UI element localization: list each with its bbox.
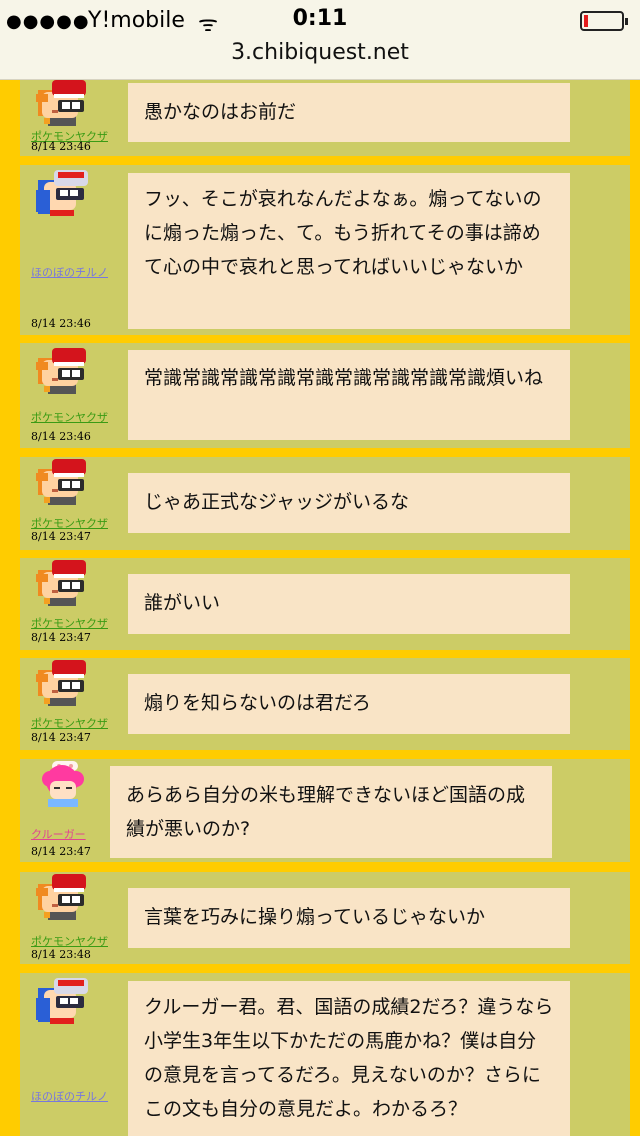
message-text: 誰がいい xyxy=(144,592,221,614)
avatar[interactable] xyxy=(34,874,90,920)
message-bubble: 愚かなのはお前だ xyxy=(128,83,570,142)
chat-post: ポケモンヤクザ 8/14 23:47 煽りを知らないのは君だろ xyxy=(20,658,630,750)
message-text: 常識常識常識常識常識常識常識常識常識煩いね xyxy=(144,367,544,389)
post-timestamp: 8/14 23:47 xyxy=(31,631,91,644)
avatar[interactable] xyxy=(34,80,90,126)
chat-post: ポケモンヤクザ 8/14 23:47 じゃあ正式なジャッジがいるな xyxy=(20,457,630,550)
username-link[interactable]: ポケモンヤクザ xyxy=(31,515,108,531)
chat-post: ポケモンヤクザ 8/14 23:47 誰がいい xyxy=(20,558,630,650)
chat-post: ポケモンヤクザ 8/14 23:46 常識常識常識常識常識常識常識常識常識煩いね xyxy=(20,343,630,448)
post-timestamp: 8/14 23:48 xyxy=(31,948,91,961)
avatar[interactable] xyxy=(34,459,90,505)
message-bubble: クルーガー君。君、国語の成績2だろ？違うなら小学生3年生以下かただの馬鹿かね？僕… xyxy=(128,981,570,1136)
username-link[interactable]: ほのぼのチルノ xyxy=(31,1088,108,1104)
chat-feed[interactable]: ポケモンヤクザ 8/14 23:46 愚かなのはお前だ ほのぼのチルノ 8/14… xyxy=(0,80,640,1136)
status-bar: ●●●●● Y!mobile ᯤ 0:11 3.chibiquest.net xyxy=(0,0,640,80)
message-text: 言葉を巧みに操り煽っているじゃないか xyxy=(144,906,486,928)
username-link[interactable]: ポケモンヤクザ xyxy=(31,409,108,425)
username-link[interactable]: ポケモンヤクザ xyxy=(31,715,108,731)
chat-post: ポケモンヤクザ 8/14 23:46 愚かなのはお前だ xyxy=(20,80,630,156)
message-bubble: あらあら自分の米も理解できないほど国語の成績が悪いのか? xyxy=(110,766,552,858)
post-timestamp: 8/14 23:46 xyxy=(31,140,91,153)
avatar[interactable] xyxy=(34,978,90,1024)
message-bubble: フッ、そこが哀れなんだよなぁ。煽ってないのに煽った煽った、て。もう折れてその事は… xyxy=(128,173,570,329)
avatar[interactable] xyxy=(34,660,90,706)
message-bubble: 言葉を巧みに操り煽っているじゃないか xyxy=(128,888,570,948)
chat-post: ほのぼのチルノ クルーガー君。君、国語の成績2だろ？違うなら小学生3年生以下かた… xyxy=(20,973,630,1136)
avatar[interactable] xyxy=(34,170,90,216)
post-timestamp: 8/14 23:47 xyxy=(31,530,91,543)
username-link[interactable]: ポケモンヤクザ xyxy=(31,933,108,949)
avatar[interactable] xyxy=(34,348,90,394)
message-bubble: 誰がいい xyxy=(128,574,570,634)
clock-time: 0:11 xyxy=(292,6,348,31)
message-text: あらあら自分の米も理解できないほど国語の成績が悪いのか? xyxy=(126,784,526,840)
post-timestamp: 8/14 23:47 xyxy=(31,731,91,744)
message-text: 愚かなのはお前だ xyxy=(144,101,297,123)
chat-post: ポケモンヤクザ 8/14 23:48 言葉を巧みに操り煽っているじゃないか xyxy=(20,872,630,964)
message-bubble: 煽りを知らないのは君だろ xyxy=(128,674,570,734)
post-timestamp: 8/14 23:46 xyxy=(31,317,91,330)
message-text: フッ、そこが哀れなんだよなぁ。煽ってないのに煽った煽った、て。もう折れてその事は… xyxy=(144,188,542,278)
post-timestamp: 8/14 23:46 xyxy=(31,430,91,443)
message-text: クルーガー君。君、国語の成績2だろ？違うなら小学生3年生以下かただの馬鹿かね？僕… xyxy=(144,996,554,1120)
message-bubble: 常識常識常識常識常識常識常識常識常識煩いね xyxy=(128,350,570,440)
username-link[interactable]: ほのぼのチルノ xyxy=(31,264,108,280)
avatar[interactable] xyxy=(34,761,90,807)
message-text: じゃあ正式なジャッジがいるな xyxy=(144,491,410,513)
username-link[interactable]: ポケモンヤクザ xyxy=(31,615,108,631)
avatar[interactable] xyxy=(34,560,90,606)
battery-icon xyxy=(580,11,628,31)
message-bubble: じゃあ正式なジャッジがいるな xyxy=(128,473,570,533)
address-bar-url[interactable]: 3.chibiquest.net xyxy=(0,40,640,65)
post-timestamp: 8/14 23:47 xyxy=(31,845,91,858)
chat-post: ほのぼのチルノ 8/14 23:46 フッ、そこが哀れなんだよなぁ。煽ってないの… xyxy=(20,165,630,335)
username-link[interactable]: クルーガー xyxy=(31,826,86,842)
chat-post: クルーガー 8/14 23:47 あらあら自分の米も理解できないほど国語の成績が… xyxy=(20,759,630,862)
message-text: 煽りを知らないのは君だろ xyxy=(144,692,371,714)
